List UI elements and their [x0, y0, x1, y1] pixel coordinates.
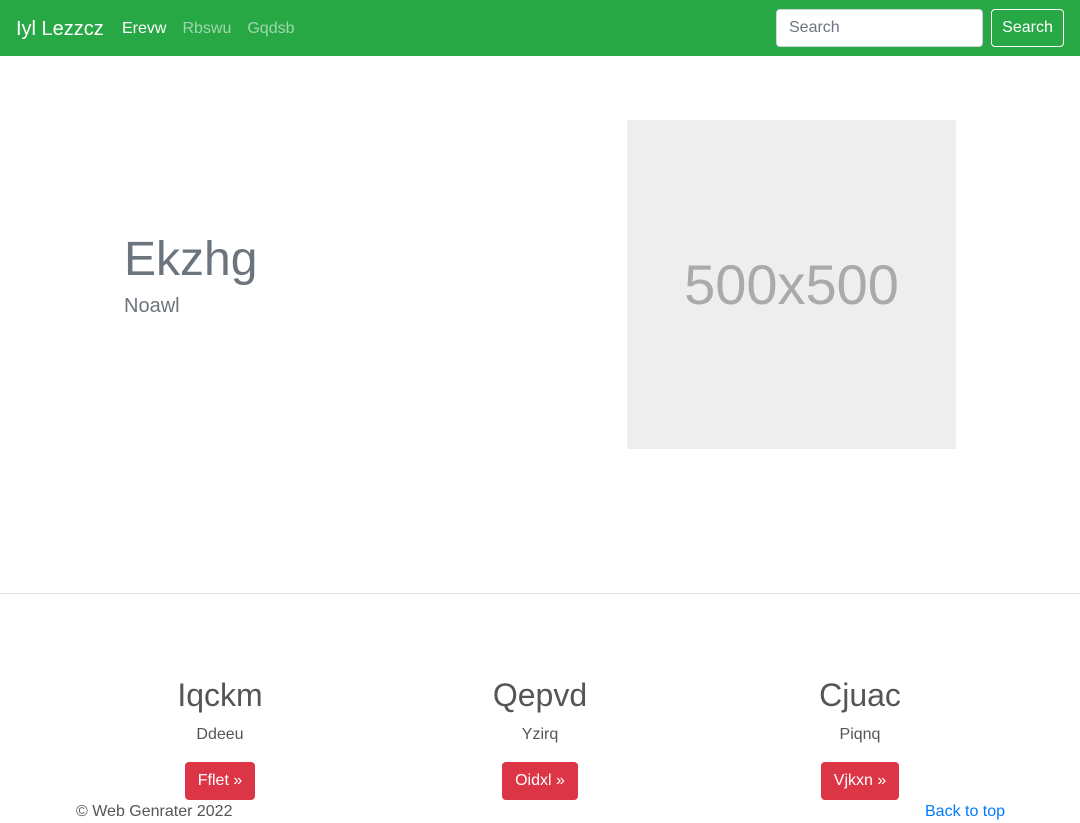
search-input[interactable] — [776, 9, 983, 47]
hero-title: Ekzhg — [124, 233, 258, 286]
navbar: Iyl Lezzcz Erevw Rbswu Gqdsb Search — [0, 0, 1080, 56]
hero-subtitle: Noawl — [124, 295, 180, 317]
feature-text: Ddeeu — [196, 726, 244, 743]
feature-title: Iqckm — [177, 677, 263, 713]
copyright-text: © Web Genrater 2022 — [76, 803, 233, 820]
back-to-top-link[interactable]: Back to top — [925, 802, 1005, 822]
feature-column-2: Qepvd Yzirq Oidxl » — [390, 676, 690, 800]
feature-button-fflet[interactable]: Fflet » — [184, 762, 256, 800]
feature-title: Qepvd — [492, 677, 588, 713]
nav-link-erevw[interactable]: Erevw — [122, 19, 166, 39]
nav-link-rbswu[interactable]: Rbswu — [182, 19, 231, 39]
placeholder-image-label: 500x500 — [684, 253, 899, 316]
feature-button-vjkxn[interactable]: Vjkxn » — [820, 762, 900, 800]
feature-text: Yzirq — [521, 726, 559, 743]
feature-title: Cjuac — [819, 677, 901, 713]
feature-column-1: Iqckm Ddeeu Fflet » — [70, 676, 370, 800]
feature-button-oidxl[interactable]: Oidxl » — [502, 762, 578, 800]
feature-text: Piqnq — [839, 726, 881, 743]
nav-link-gqdsb[interactable]: Gqdsb — [247, 19, 294, 39]
hero-placeholder-image: 500x500 — [627, 120, 956, 449]
navbar-brand[interactable]: Iyl Lezzcz — [16, 17, 104, 41]
feature-column-3: Cjuac Piqnq Vjkxn » — [710, 676, 1010, 800]
search-button[interactable]: Search — [991, 9, 1064, 47]
section-divider — [0, 593, 1080, 594]
nav-links: Erevw Rbswu Gqdsb — [122, 19, 311, 39]
